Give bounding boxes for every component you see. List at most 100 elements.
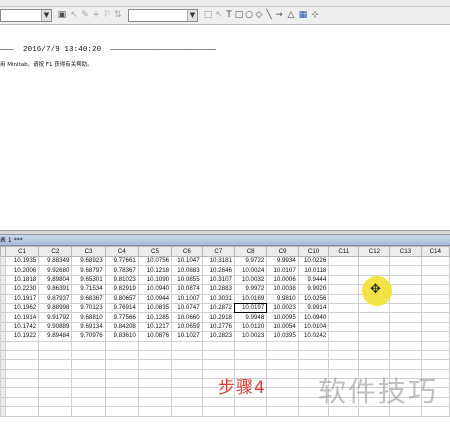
arrow-line-icon[interactable]: → [274,10,284,21]
table-cell[interactable]: 10.1217 [137,321,173,333]
table-cell[interactable] [358,255,391,267]
table-cell[interactable] [266,387,299,398]
table-cell[interactable] [137,359,173,370]
table-cell[interactable]: 9.84208 [104,321,139,333]
table-cell[interactable]: 10.3181 [201,255,235,267]
table-cell[interactable] [201,340,235,351]
column-header-c13[interactable]: C13 [389,246,422,257]
table-cell[interactable]: 10.1285 [137,312,173,323]
table-cell[interactable]: 10.1742 [4,321,40,333]
table-cell[interactable] [171,378,203,389]
marker-icon[interactable]: ⊹ [310,10,320,21]
table-cell[interactable] [38,378,73,389]
column-header-c14[interactable]: C14 [420,246,450,257]
table-cell[interactable]: 10.0242 [297,331,330,342]
table-cell[interactable]: 9.9444 [297,274,330,286]
table-cell[interactable] [420,349,450,361]
table-cell[interactable]: 10.0883 [171,265,203,276]
table-cell[interactable]: 10.1818 [4,274,40,286]
table-cell[interactable] [297,349,330,361]
table-cell[interactable] [420,284,450,295]
table-cell[interactable]: 9.70976 [71,331,106,342]
table-cell[interactable]: 10.0659 [171,321,203,333]
table-cell[interactable] [104,359,139,370]
table-cell[interactable] [328,321,360,333]
table-cell[interactable] [389,359,422,370]
table-cell[interactable] [389,255,422,267]
table-cell[interactable]: 10.0032 [233,274,268,286]
table-cell[interactable] [38,368,73,380]
table-cell[interactable] [137,349,173,361]
table-cell[interactable] [358,321,391,333]
table-cell[interactable]: 9.88998 [38,302,73,314]
table-cell[interactable] [420,321,450,333]
table-cell[interactable] [420,359,450,370]
table-cell[interactable] [328,274,360,286]
table-cell[interactable] [104,349,139,361]
table-cell[interactable] [358,349,391,361]
table-cell[interactable]: 10.0038 [266,284,299,295]
table-cell[interactable] [420,274,450,286]
table-cell[interactable]: 9.82919 [104,284,139,295]
table-cell[interactable] [4,396,40,408]
table-cell[interactable]: 9.81023 [104,274,139,286]
table-cell[interactable]: 9.89804 [38,274,73,286]
table-cell[interactable] [389,284,422,295]
table-cell[interactable]: 9.68367 [71,293,106,304]
column-header-c4[interactable]: C4 [104,246,139,257]
table-cell[interactable] [328,255,360,267]
table-cell[interactable] [171,396,203,408]
table-cell[interactable] [328,312,360,323]
table-cell[interactable] [4,387,40,398]
table-cell[interactable] [4,368,40,380]
table-cell[interactable]: 10.0006 [266,274,299,286]
table-cell[interactable] [137,378,173,389]
size-combo[interactable]: ▼ [128,9,198,22]
table-cell[interactable] [266,359,299,370]
table-cell[interactable] [358,331,391,342]
table-cell[interactable] [137,368,173,380]
table-cell[interactable]: 9.91792 [38,312,73,323]
table-cell[interactable]: 10.0835 [137,302,173,314]
table-cell[interactable]: 10.0256 [297,293,330,304]
table-cell[interactable]: 9.65301 [71,274,106,286]
table-cell[interactable] [104,387,139,398]
font-combo[interactable]: ▼ [0,9,52,22]
table-cell[interactable]: 9.9934 [266,255,299,267]
table-cell[interactable]: 9.71534 [71,284,106,295]
table-cell[interactable]: 10.0855 [171,274,203,286]
table-cell[interactable]: 10.1917 [4,293,40,304]
table-cell[interactable]: 9.9722 [233,255,268,267]
table-cell[interactable] [4,378,40,389]
table-cell[interactable]: 9.77566 [104,312,139,323]
table-cell[interactable] [137,406,173,417]
table-cell[interactable]: 9.69134 [71,321,106,333]
table-cell[interactable]: 9.9810 [266,293,299,304]
table-cell[interactable] [328,293,360,304]
table-cell[interactable] [328,331,360,342]
chevron-down-icon[interactable]: ▼ [187,10,197,21]
table-cell[interactable] [71,340,106,351]
column-header-c11[interactable]: C11 [328,246,360,257]
column-header-c5[interactable]: C5 [137,246,173,257]
table-cell[interactable] [389,321,422,333]
table-cell[interactable]: 10.0169 [233,293,268,304]
table-cell[interactable]: 10.1914 [4,312,40,323]
table-cell[interactable] [171,406,203,417]
table-cell[interactable] [71,378,106,389]
table-cell[interactable] [38,340,73,351]
plus-icon[interactable]: + [91,10,101,21]
table-cell[interactable] [4,406,40,417]
triangle-icon[interactable]: △ [286,10,296,21]
table-cell[interactable] [171,340,203,351]
table-cell[interactable] [201,349,235,361]
table-cell[interactable]: 10.0024 [233,265,268,276]
table-cell[interactable]: 10.3031 [201,293,235,304]
table-cell[interactable] [328,340,360,351]
column-header-c6[interactable]: C6 [171,246,203,257]
table-cell[interactable] [328,302,360,314]
table-cell[interactable]: 9.92680 [38,265,73,276]
table-cell[interactable]: 10.0944 [137,293,173,304]
table-cell[interactable]: 9.86391 [38,284,73,295]
table-cell[interactable] [297,359,330,370]
